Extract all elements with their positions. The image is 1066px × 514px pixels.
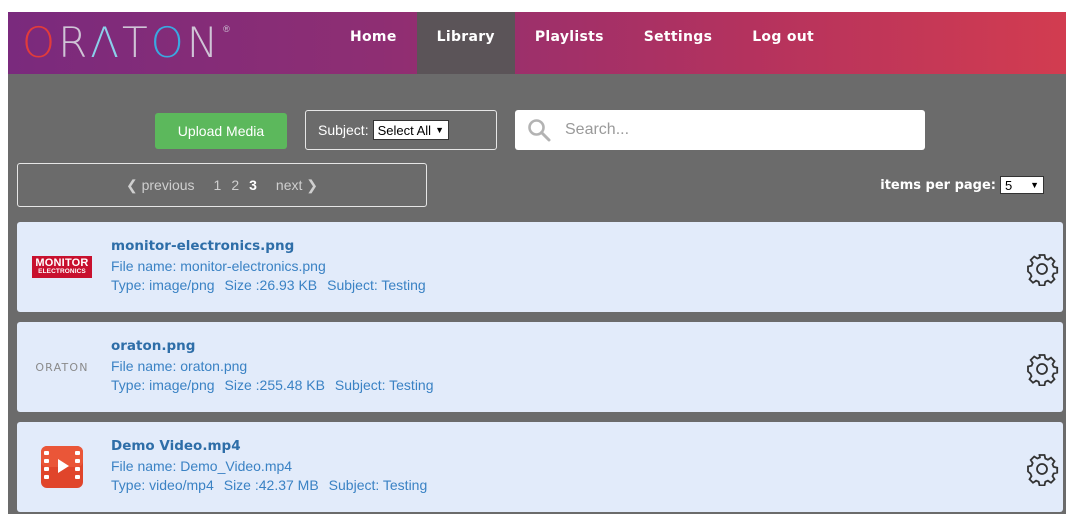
logo-wordmark: ORΛTON (22, 18, 222, 67)
page-link-3-current[interactable]: 3 (249, 177, 257, 193)
oraton-logo[interactable]: ORΛTON ® (22, 18, 230, 68)
media-info: monitor-electronics.png File name: monit… (111, 238, 436, 296)
media-meta: Type: video/mp4 Size :42.37 MB Subject: Te… (111, 477, 437, 493)
upload-media-button[interactable]: Upload Media (155, 113, 287, 149)
media-subject: Subject: Testing (328, 477, 428, 493)
media-size: Size :255.48 KB (224, 377, 325, 393)
page-link-2[interactable]: 2 (231, 177, 239, 193)
media-type: Type: video/mp4 (111, 477, 214, 493)
monitor-electronics-logo: MONITOR ELECTRONICS (32, 256, 92, 278)
subject-select-value: Select All (377, 122, 432, 138)
search-bar (515, 110, 925, 150)
dropdown-arrow-icon: ▼ (1030, 180, 1039, 190)
media-thumbnail[interactable]: ORATON (17, 322, 107, 412)
subject-select[interactable]: Select All ▼ (372, 120, 449, 140)
media-meta: Type: image/png Size :26.93 KB Subject: Te… (111, 277, 436, 293)
media-thumbnail[interactable]: MONITOR ELECTRONICS (17, 222, 107, 312)
media-file-name: File name: monitor-electronics.png (111, 258, 326, 274)
main-nav: Home Library Playlists Settings Log out (330, 12, 834, 74)
page-link-1[interactable]: 1 (214, 177, 222, 193)
nav-logout[interactable]: Log out (732, 12, 834, 62)
nav-settings[interactable]: Settings (624, 12, 732, 62)
gear-icon[interactable] (1025, 452, 1059, 486)
app-frame: ORΛTON ® Home Library Playlists Settings… (8, 12, 1066, 514)
media-subject: Subject: Testing (334, 377, 434, 393)
oraton-logo: ORATON (35, 360, 89, 374)
media-item[interactable]: Demo Video.mp4 File name: Demo_Video.mp4… (17, 422, 1063, 512)
subject-filter: Subject: Select All ▼ (305, 110, 497, 150)
media-file-name: File name: oraton.png (111, 358, 248, 374)
media-type: Type: image/png (111, 277, 215, 293)
gear-icon[interactable] (1025, 252, 1059, 286)
nav-playlists[interactable]: Playlists (515, 12, 624, 62)
media-thumbnail[interactable] (17, 422, 107, 512)
nav-home[interactable]: Home (330, 12, 417, 62)
media-subject: Subject: Testing (327, 277, 426, 293)
nav-library[interactable]: Library (416, 12, 515, 74)
pagination: ❮ previous 1 2 3 next ❯ (17, 163, 427, 207)
subject-label: Subject: (318, 122, 369, 138)
gear-icon[interactable] (1025, 352, 1059, 386)
video-file-icon (41, 446, 83, 488)
media-info: Demo Video.mp4 File name: Demo_Video.mp4… (111, 438, 437, 496)
media-file-name: File name: Demo_Video.mp4 (111, 458, 293, 474)
next-page-link[interactable]: next ❯ (276, 177, 318, 194)
media-item[interactable]: MONITOR ELECTRONICS monitor-electronics.… (17, 222, 1063, 312)
media-meta: Type: image/png Size :255.48 KB Subject: T… (111, 377, 444, 393)
media-item[interactable]: ORATON oraton.png File name: oraton.png … (17, 322, 1063, 412)
search-input[interactable] (565, 121, 905, 139)
items-per-page-value: 5 (1005, 177, 1013, 193)
header-bar: ORΛTON ® Home Library Playlists Settings… (8, 12, 1066, 74)
media-info: oraton.png File name: oraton.png Type: i… (111, 338, 444, 396)
search-icon[interactable] (527, 118, 551, 142)
media-type: Type: image/png (111, 377, 215, 393)
trademark-mark: ® (223, 24, 230, 34)
media-size: Size :26.93 KB (224, 277, 318, 293)
dropdown-arrow-icon: ▼ (435, 125, 444, 135)
items-per-page-label: items per page: (880, 177, 996, 193)
media-size: Size :42.37 MB (223, 477, 319, 493)
items-per-page-select[interactable]: 5 ▼ (1000, 176, 1044, 194)
items-per-page: items per page: 5 ▼ (880, 176, 1044, 194)
media-title[interactable]: Demo Video.mp4 (111, 438, 437, 454)
previous-page-link[interactable]: ❮ previous (126, 177, 195, 194)
media-title[interactable]: oraton.png (111, 338, 444, 354)
media-title[interactable]: monitor-electronics.png (111, 238, 436, 254)
